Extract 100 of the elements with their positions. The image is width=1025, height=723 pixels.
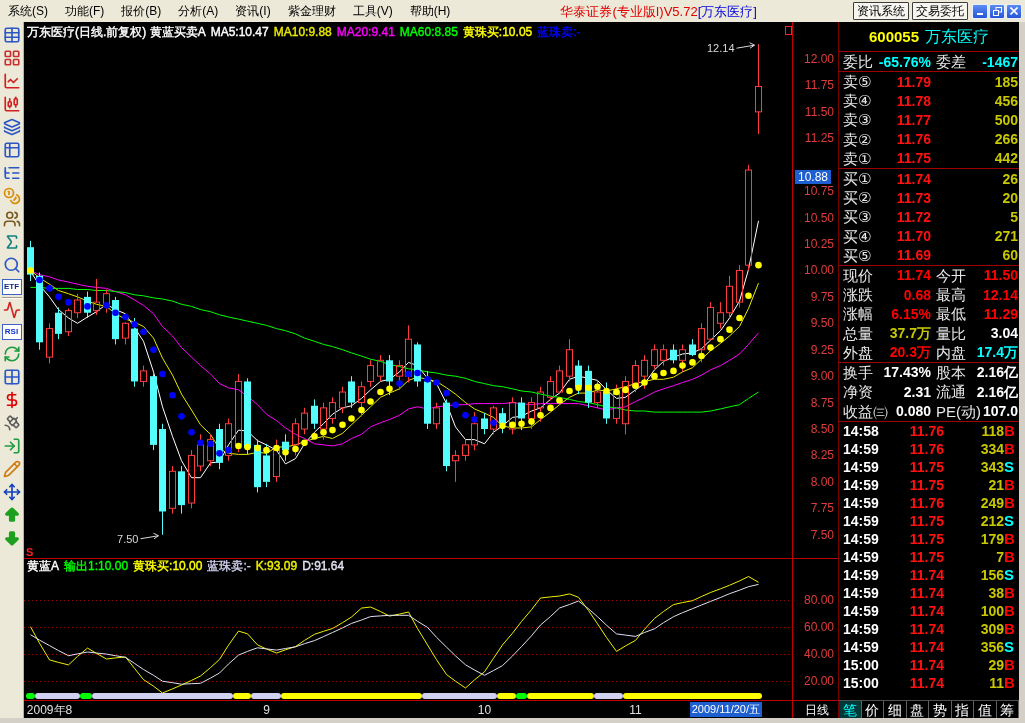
order-price: 11.76: [896, 132, 931, 147]
stat-value: 20.3万: [889, 345, 931, 360]
menu-item[interactable]: 工具(V): [352, 5, 393, 17]
rising-candle: [471, 411, 478, 451]
trade-side: S: [1004, 639, 1014, 655]
stat-value: 17.4万: [976, 345, 1018, 360]
table-icon[interactable]: [2, 26, 21, 44]
menu-item[interactable]: 资讯(I): [235, 5, 271, 17]
rising-candle: [509, 396, 516, 435]
minimize-button[interactable]: [972, 3, 988, 19]
order-level-label: 卖①: [843, 150, 872, 166]
search-icon[interactable]: [2, 256, 21, 274]
stat-label: 量比: [936, 325, 966, 341]
falling-candle: [282, 433, 289, 462]
trade-volume: 343: [980, 459, 1004, 474]
stat-value: 0.68: [903, 287, 931, 302]
trade-price: 11.76: [909, 441, 944, 456]
move-icon[interactable]: [2, 483, 21, 501]
order-volume: 456: [994, 93, 1018, 108]
order-price: 11.70: [896, 229, 931, 244]
trade-side: B: [1004, 495, 1015, 511]
etf-button[interactable]: ETF: [1, 279, 22, 295]
trade-volume: 11: [989, 675, 1004, 690]
stat-value: 17.43%: [883, 365, 931, 380]
stat-label: PE(动): [936, 403, 981, 419]
rising-candle: [707, 301, 714, 341]
pencil-icon[interactable]: [2, 460, 21, 478]
trade-volume: 334: [980, 441, 1004, 456]
trade-time: 14:59: [843, 459, 879, 474]
rising-candle: [103, 288, 110, 314]
date-label: 11: [629, 703, 642, 717]
axis-label: 9.50: [810, 316, 834, 331]
price-annotation: 7.50: [117, 532, 139, 545]
up-arrow-icon[interactable]: [2, 506, 21, 524]
legend-label: MA10:9.88: [273, 25, 332, 39]
trade-time: 14:59: [843, 639, 879, 654]
stat-value: 2.16亿: [976, 365, 1018, 380]
stock-title: [万东医疗]: [697, 4, 757, 18]
stat-label: 最低: [936, 306, 966, 322]
stat-label: 内盘: [936, 344, 966, 360]
users-icon[interactable]: [2, 210, 21, 228]
grid-icon[interactable]: [2, 49, 21, 67]
stat-label: 委比: [843, 54, 873, 69]
rising-candle: [320, 402, 327, 441]
rising-candle: [736, 264, 743, 308]
order-level-label: 卖④: [843, 93, 872, 109]
candlestick-chart-icon[interactable]: [2, 95, 21, 113]
period-label[interactable]: 日线: [805, 703, 829, 716]
trade-price: 11.74: [909, 675, 944, 690]
trade-volume: 7: [996, 549, 1004, 564]
line-chart-icon[interactable]: [2, 72, 21, 90]
legend-label: MA5:10.47: [210, 25, 269, 39]
stat-label: 涨跌: [843, 287, 873, 303]
table-icon[interactable]: [2, 141, 21, 159]
toolbar-button[interactable]: 资讯系统: [853, 2, 909, 20]
stat-value: 11.74: [896, 268, 931, 283]
order-price: 11.75: [896, 151, 931, 166]
layers-icon[interactable]: [2, 118, 21, 136]
restore-button[interactable]: [989, 3, 1005, 19]
trade-side: B: [1004, 621, 1015, 637]
menu-item[interactable]: 帮助(H): [409, 5, 451, 17]
rising-candle: [717, 301, 724, 330]
wave-chart-icon[interactable]: [2, 301, 21, 319]
down-arrow-icon[interactable]: [2, 529, 21, 547]
panel-tab[interactable]: 笔: [839, 701, 862, 718]
axis-label: 10.50: [803, 210, 834, 225]
satellite-icon[interactable]: [2, 414, 21, 432]
order-level-label: 买③: [843, 209, 872, 225]
trade-time: 14:59: [843, 441, 879, 456]
toolbar-button[interactable]: 交易委托: [912, 2, 968, 20]
falling-candle: [55, 306, 62, 340]
trade-price: 11.74: [909, 657, 944, 672]
menu-item[interactable]: 紫金理财: [287, 5, 336, 17]
trade-price: 11.75: [909, 459, 944, 474]
chart-title: 黄蓝A: [27, 559, 59, 573]
login-icon[interactable]: [2, 437, 21, 455]
order-volume: 60: [1002, 248, 1018, 263]
trade-side: S: [1004, 459, 1014, 475]
stat-label: 股本: [936, 364, 966, 380]
menu-item[interactable]: 功能(F): [65, 5, 105, 17]
refresh-icon[interactable]: [2, 345, 21, 363]
axis-label: 7.50: [810, 527, 834, 542]
rising-candle: [169, 465, 176, 515]
menu-item[interactable]: 系统(S): [8, 5, 48, 17]
trade-price: 11.76: [909, 495, 944, 510]
square-icon[interactable]: [785, 26, 792, 35]
rsi-button[interactable]: RSI: [1, 324, 22, 340]
menu-item[interactable]: 分析(A): [178, 5, 219, 17]
grid-icon[interactable]: [2, 368, 21, 386]
trade-volume: 21: [988, 477, 1004, 492]
list-tree-icon[interactable]: [2, 164, 21, 182]
trade-price: 11.76: [909, 423, 944, 438]
pointer-arrow: [736, 42, 755, 49]
trade-volume: 356: [980, 639, 1004, 654]
rising-candle: [632, 359, 639, 393]
menu-item[interactable]: 报价(B): [121, 5, 162, 17]
close-button[interactable]: [1006, 3, 1022, 19]
rising-candle: [292, 417, 299, 456]
stat-label: 流通: [936, 384, 966, 400]
falling-candle: [670, 343, 677, 364]
